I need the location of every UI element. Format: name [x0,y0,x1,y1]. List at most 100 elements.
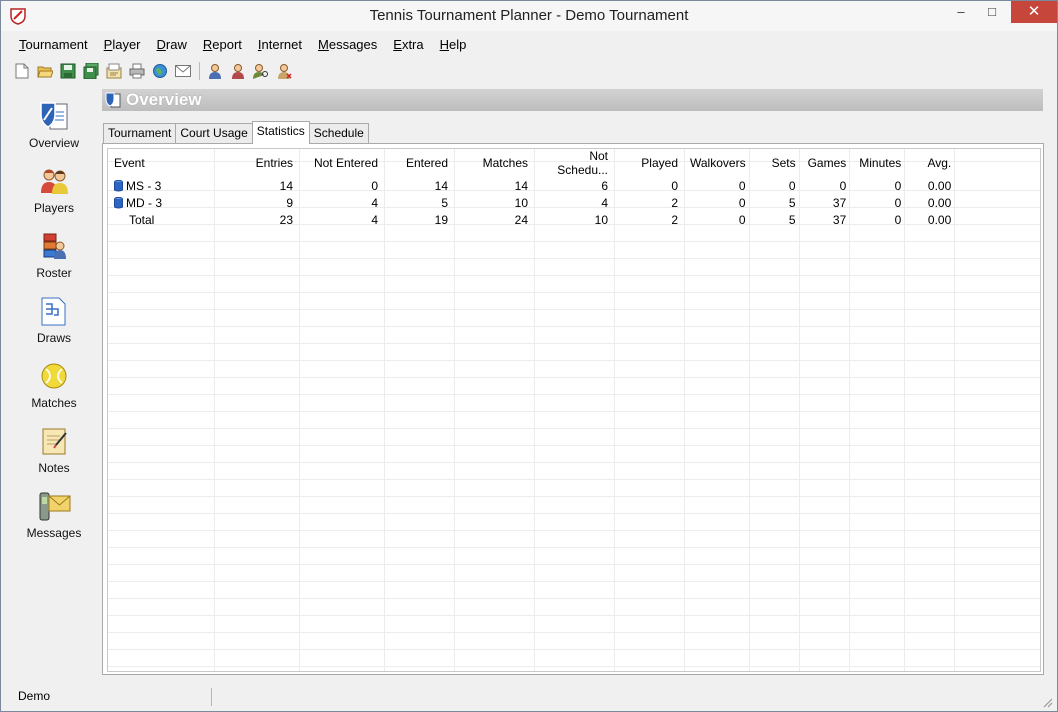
sidebar-item-label: Matches [31,396,77,410]
cell-matches: 14 [514,178,528,193]
cell-played: 2 [671,212,678,227]
player-delete-icon[interactable] [275,62,293,80]
column-header-sets[interactable]: Sets [752,149,802,177]
tab-tournament[interactable]: Tournament [103,123,177,143]
player-add-icon[interactable] [206,62,224,80]
sidebar-item-messages[interactable]: Messages [11,489,97,554]
cell-avg: 0.00 [927,195,952,210]
close-button[interactable]: ✕ [1011,1,1057,23]
web-icon[interactable] [151,62,169,80]
column-header-walkovers[interactable]: Walkovers [684,149,752,177]
cell-games: 0 [839,178,847,193]
cell-entries: 23 [279,212,293,227]
menu-label: essages [328,37,378,52]
menu-accel: H [439,37,449,52]
open-folder-icon[interactable] [36,62,54,80]
maximize-button[interactable]: □ [977,1,1007,23]
table-row-total[interactable]: Total 23 4 19 24 10 2 0 5 37 0 0.00 [108,211,957,228]
menu-label: elp [449,37,467,52]
cell-not-scheduled: 4 [601,195,608,210]
menu-extra[interactable]: Extra [385,35,431,55]
table-row[interactable]: MS - 3 14 0 14 14 6 0 0 0 0 0 0.00 [108,177,957,194]
event-cell: MS - 3 [108,177,214,194]
column-header-entries[interactable]: Entries [214,149,299,177]
messages-icon [37,489,71,523]
save-all-icon[interactable] [82,62,100,80]
column-header-event[interactable]: Event [108,149,214,177]
sidebar-item-label: Draws [36,331,71,345]
column-header-minutes[interactable]: Minutes [852,149,907,177]
cell-walkovers: 0 [738,212,746,227]
menu-tournament[interactable]: Tournament [11,35,96,55]
cell-played: 0 [671,178,678,193]
event-db-icon [114,179,123,191]
sidebar-item-overview[interactable]: Overview [11,99,97,164]
resize-grip-icon[interactable] [1041,696,1053,708]
menu-player[interactable]: Player [96,35,149,55]
title-bar[interactable]: Tennis Tournament Planner - Demo Tournam… [1,1,1057,31]
new-file-icon[interactable] [13,62,31,80]
minimize-button[interactable]: – [946,1,976,23]
cell-entered: 19 [434,212,448,227]
cell-not-scheduled: 10 [594,212,608,227]
menu-help[interactable]: Help [432,35,475,55]
print-icon[interactable] [128,62,146,80]
sidebar-item-draws[interactable]: Draws [11,294,97,359]
cell-not-entered: 4 [371,212,378,227]
page-title: Overview [126,90,202,109]
roster-icon [37,229,71,263]
sidebar-item-roster[interactable]: Roster [11,229,97,294]
cell-sets: 5 [788,212,796,227]
cell-matches: 10 [514,195,528,210]
menu-messages[interactable]: Messages [310,35,385,55]
tab-court-usage[interactable]: Court Usage [175,123,253,143]
cell-games: 37 [832,212,847,227]
column-header-not-entered[interactable]: Not Entered [299,149,384,177]
column-header-played[interactable]: Played [614,149,684,177]
sidebar-item-matches[interactable]: Matches [11,359,97,424]
menu-internet[interactable]: Internet [250,35,310,55]
cell-sets: 0 [788,178,796,193]
sidebar-item-label: Players [33,201,74,215]
cell-walkovers: 0 [738,178,746,193]
statistics-grid[interactable]: Event Entries Not Entered Entered Matche… [107,148,1041,672]
cell-games: 37 [832,195,847,210]
player-search-icon[interactable] [252,62,270,80]
menu-label: eport [212,37,242,52]
table-header-row: Event Entries Not Entered Entered Matche… [108,149,957,177]
status-text: Demo [18,689,51,703]
player-edit-icon[interactable] [229,62,247,80]
column-header-not-scheduled[interactable]: Not Schedu... [534,149,614,177]
tab-schedule[interactable]: Schedule [308,123,369,143]
sidebar-item-notes[interactable]: Notes [11,424,97,489]
menu-label: layer [112,37,141,52]
column-header-entered[interactable]: Entered [384,149,454,177]
window-title: Tennis Tournament Planner - Demo Tournam… [369,7,689,24]
event-db-icon [114,196,123,208]
section-header: Overview [102,89,1043,111]
save-icon[interactable] [59,62,77,80]
cell-entries: 14 [279,178,293,193]
column-header-matches[interactable]: Matches [454,149,534,177]
email-icon[interactable] [174,62,192,80]
menu-label: raw [165,37,187,52]
menu-bar: Tournament Player Draw Report Internet M… [11,35,474,55]
cell-entered: 5 [441,195,448,210]
table-row[interactable]: MD - 3 9 4 5 10 4 2 0 5 37 0 0.00 [108,194,957,211]
sidebar-item-label: Roster [36,266,72,280]
cell-minutes: 0 [894,212,902,227]
menu-report[interactable]: Report [195,35,250,55]
sidebar-item-players[interactable]: Players [11,164,97,229]
menu-accel: R [202,37,213,52]
menu-draw[interactable]: Draw [149,35,195,55]
statistics-table: Event Entries Not Entered Entered Matche… [108,149,957,228]
cell-avg: 0.00 [927,178,952,193]
properties-icon[interactable] [105,62,123,80]
tab-statistics[interactable]: Statistics [251,121,310,144]
event-name: Total [129,212,155,227]
column-header-avg[interactable]: Avg. [907,149,957,177]
column-header-games[interactable]: Games [802,149,853,177]
event-name: MS - 3 [126,178,162,193]
menu-label: nternet [261,37,302,52]
cell-minutes: 0 [894,178,902,193]
